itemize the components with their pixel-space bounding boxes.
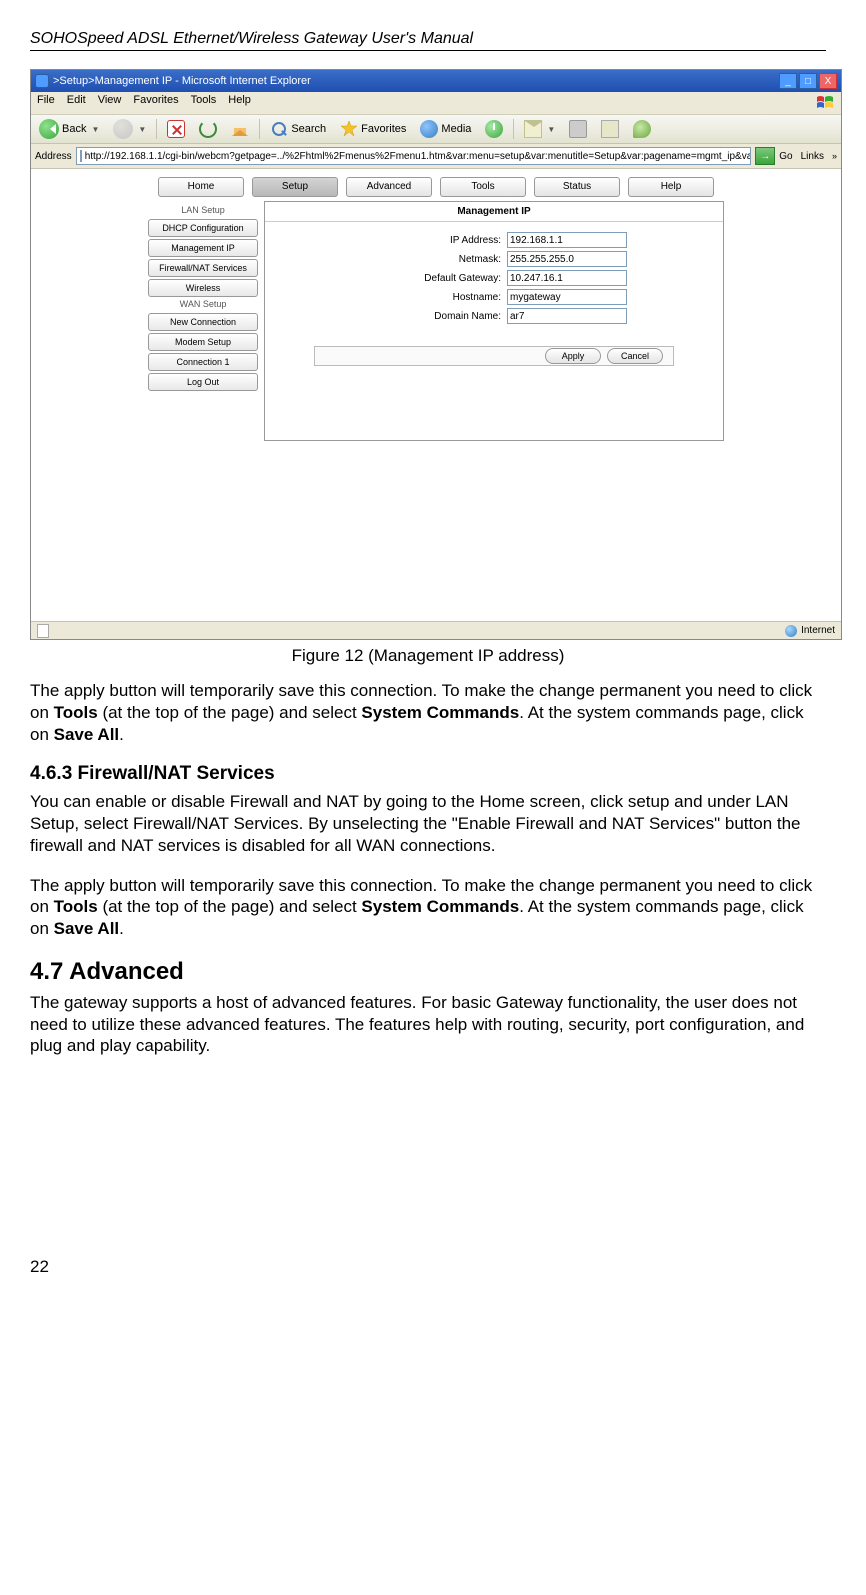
sidebar-item-mgmt-ip[interactable]: Management IP	[148, 239, 258, 257]
sidebar: LAN Setup DHCP Configuration Management …	[148, 205, 258, 391]
refresh-icon	[199, 120, 217, 138]
input-hostname[interactable]	[507, 289, 627, 305]
history-icon	[485, 120, 503, 138]
menu-view[interactable]: View	[98, 94, 122, 112]
address-label: Address	[35, 151, 72, 162]
status-bar: Internet	[31, 621, 841, 639]
sidebar-item-new-connection[interactable]: New Connection	[148, 313, 258, 331]
maximize-button[interactable]: □	[799, 73, 817, 89]
figure-screenshot: >Setup>Management IP - Microsoft Interne…	[30, 69, 842, 640]
media-button[interactable]: Media	[416, 119, 475, 139]
sidebar-item-logout[interactable]: Log Out	[148, 373, 258, 391]
sidebar-item-dhcp[interactable]: DHCP Configuration	[148, 219, 258, 237]
address-bar: Address http://192.168.1.1/cgi-bin/webcm…	[31, 144, 841, 169]
home-icon	[231, 120, 249, 138]
favorites-button[interactable]: Favorites	[336, 119, 410, 139]
messenger-icon	[633, 120, 651, 138]
tab-advanced[interactable]: Advanced	[346, 177, 432, 197]
input-netmask[interactable]	[507, 251, 627, 267]
media-icon	[420, 120, 438, 138]
window-title: >Setup>Management IP - Microsoft Interne…	[53, 75, 311, 87]
menu-tools[interactable]: Tools	[191, 94, 217, 112]
internet-zone-icon	[785, 625, 797, 637]
menu-edit[interactable]: Edit	[67, 94, 86, 112]
menu-file[interactable]: File	[37, 94, 55, 112]
menu-help[interactable]: Help	[228, 94, 251, 112]
stop-icon	[167, 120, 185, 138]
sidebar-item-wireless[interactable]: Wireless	[148, 279, 258, 297]
tab-home[interactable]: Home	[158, 177, 244, 197]
refresh-button[interactable]	[195, 119, 221, 139]
go-button[interactable]: →	[755, 147, 775, 165]
links-label: Links	[797, 151, 828, 162]
page-number: 22	[30, 1257, 826, 1277]
status-text: Internet	[801, 625, 835, 636]
home-button[interactable]	[227, 119, 253, 139]
edit-button[interactable]	[597, 119, 623, 139]
label-ip: IP Address:	[361, 235, 501, 246]
print-button[interactable]	[565, 119, 591, 139]
sidebar-item-wan-setup: WAN Setup	[148, 299, 258, 309]
ie-icon	[35, 74, 49, 88]
label-hostname: Hostname:	[361, 292, 501, 303]
favorites-star-icon	[340, 120, 358, 138]
page-icon	[80, 150, 82, 162]
tab-status[interactable]: Status	[534, 177, 620, 197]
tab-help[interactable]: Help	[628, 177, 714, 197]
paragraph-1: The apply button will temporarily save t…	[30, 680, 826, 745]
heading-advanced: 4.7 Advanced	[30, 958, 826, 986]
menu-favorites[interactable]: Favorites	[133, 94, 178, 112]
messenger-button[interactable]	[629, 119, 655, 139]
mail-icon	[524, 120, 542, 138]
figure-caption: Figure 12 (Management IP address)	[30, 646, 826, 666]
back-icon	[39, 119, 59, 139]
forward-icon	[113, 119, 133, 139]
mail-button[interactable]: ▼	[520, 119, 559, 139]
input-ip[interactable]	[507, 232, 627, 248]
edit-icon	[601, 120, 619, 138]
header-text: SOHOSpeed ADSL Ethernet/Wireless Gateway…	[30, 30, 473, 47]
paragraph-2: You can enable or disable Firewall and N…	[30, 791, 826, 856]
main-panel: Management IP IP Address: Netmask: Defau…	[264, 201, 724, 441]
minimize-button[interactable]: _	[779, 73, 797, 89]
search-icon	[270, 120, 288, 138]
browser-viewport: Home Setup Advanced Tools Status Help LA…	[31, 169, 841, 639]
windows-flag-icon	[815, 94, 835, 112]
top-tabs: Home Setup Advanced Tools Status Help	[158, 177, 714, 197]
close-button[interactable]: X	[819, 73, 837, 89]
heading-firewall-nat: 4.6.3 Firewall/NAT Services	[30, 763, 826, 785]
sidebar-item-connection-1[interactable]: Connection 1	[148, 353, 258, 371]
toolbar: Back▼ ▼ Search Favorites Media ▼	[31, 115, 841, 144]
label-netmask: Netmask:	[361, 254, 501, 265]
apply-button[interactable]: Apply	[545, 348, 601, 364]
back-button[interactable]: Back▼	[35, 118, 103, 140]
sidebar-item-modem-setup[interactable]: Modem Setup	[148, 333, 258, 351]
stop-button[interactable]	[163, 119, 189, 139]
tab-tools[interactable]: Tools	[440, 177, 526, 197]
page-status-icon	[37, 624, 49, 638]
search-button[interactable]: Search	[266, 119, 330, 139]
sidebar-section-label: LAN Setup	[148, 205, 258, 215]
url-text: http://192.168.1.1/cgi-bin/webcm?getpage…	[85, 151, 752, 162]
cancel-button[interactable]: Cancel	[607, 348, 663, 364]
links-chevron-icon[interactable]: »	[832, 151, 837, 161]
label-domain: Domain Name:	[361, 311, 501, 322]
sidebar-item-firewall-nat[interactable]: Firewall/NAT Services	[148, 259, 258, 277]
input-gateway[interactable]	[507, 270, 627, 286]
window-titlebar: >Setup>Management IP - Microsoft Interne…	[31, 70, 841, 92]
menubar: File Edit View Favorites Tools Help	[31, 92, 841, 115]
input-domain[interactable]	[507, 308, 627, 324]
paragraph-4: The gateway supports a host of advanced …	[30, 992, 826, 1057]
forward-button[interactable]: ▼	[109, 118, 150, 140]
print-icon	[569, 120, 587, 138]
panel-title: Management IP	[265, 202, 723, 222]
history-button[interactable]	[481, 119, 507, 139]
address-input[interactable]: http://192.168.1.1/cgi-bin/webcm?getpage…	[76, 147, 752, 165]
paragraph-3: The apply button will temporarily save t…	[30, 875, 826, 940]
tab-setup[interactable]: Setup	[252, 177, 338, 197]
panel-footer: Apply Cancel	[314, 346, 674, 366]
label-gateway: Default Gateway:	[361, 273, 501, 284]
doc-header: SOHOSpeed ADSL Ethernet/Wireless Gateway…	[30, 30, 826, 51]
go-label: Go	[779, 151, 792, 162]
